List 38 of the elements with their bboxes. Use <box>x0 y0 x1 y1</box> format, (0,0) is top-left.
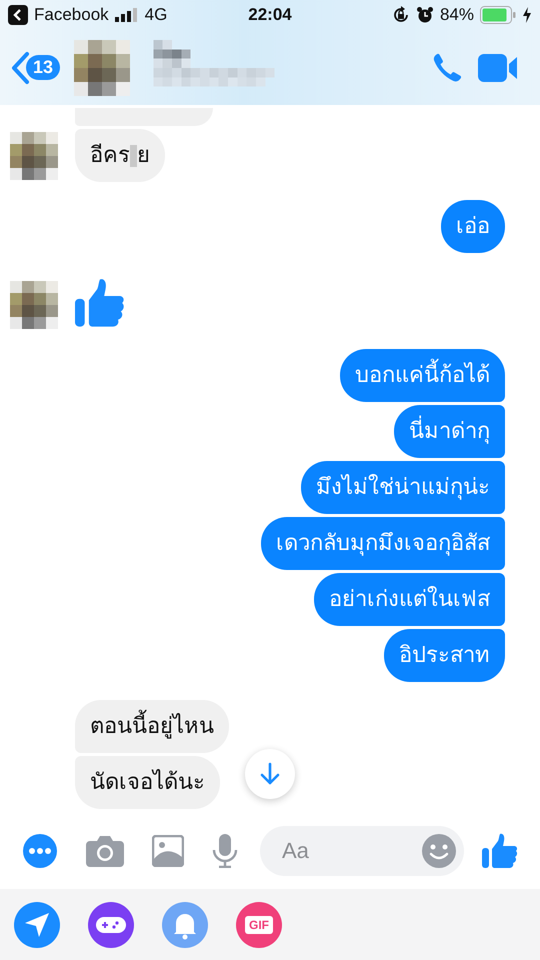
message-bubble: มึงไม่ใช่น่าแม่กุน่ะ <box>301 461 505 514</box>
camera-icon[interactable] <box>86 835 124 867</box>
video-call-icon[interactable] <box>478 52 518 82</box>
message-field[interactable]: Aa <box>260 826 464 876</box>
rotation-lock-icon <box>392 6 410 24</box>
gif-icon[interactable]: GIF <box>236 902 282 948</box>
message-input[interactable]: Aa <box>280 837 422 865</box>
microphone-icon[interactable] <box>212 834 238 868</box>
back-app-label[interactable]: Facebook <box>34 5 109 25</box>
signal-icon <box>114 8 139 22</box>
image-icon[interactable] <box>152 835 184 867</box>
message-bubble: อิประสาท <box>384 629 505 682</box>
battery-icon <box>480 6 516 24</box>
message-bubble: ตอนนี้อยู่ไหน <box>75 700 229 753</box>
message-bubble: อีคร ย <box>75 129 165 182</box>
game-controller-icon[interactable] <box>88 902 134 948</box>
chevron-icon[interactable] <box>10 50 30 84</box>
scroll-down-button[interactable] <box>245 749 295 799</box>
unread-badge: 13 <box>26 55 60 80</box>
charging-bolt-icon <box>522 7 532 23</box>
message-bubble: นัดเจอได้นะ <box>75 756 220 809</box>
thumbs-up-icon <box>75 277 125 329</box>
bell-icon[interactable] <box>162 902 208 948</box>
message-bubble: บอกแค่นี้ก้อได้ <box>340 349 505 402</box>
message-bubble: เดวกลับมุกมึงเจอกุอิสัส <box>261 517 505 570</box>
clock-time: 22:04 <box>248 5 292 25</box>
message-bubble: อย่าเก่งแต่ในเฟส <box>314 573 505 626</box>
battery-percent: 84% <box>440 5 474 25</box>
alarm-icon <box>416 6 434 24</box>
back-button[interactable]: 13 <box>10 50 60 84</box>
more-icon[interactable] <box>22 833 58 869</box>
network-type: 4G <box>144 5 168 25</box>
thumbs-up-icon[interactable] <box>482 833 518 869</box>
arrow-down-icon[interactable] <box>259 762 281 786</box>
emoji-icon[interactable] <box>422 834 456 868</box>
message-bubble: นี่มาด่ากุ <box>394 405 505 458</box>
message-bubble: เอ่อ <box>441 200 505 253</box>
back-icon[interactable] <box>8 5 28 25</box>
